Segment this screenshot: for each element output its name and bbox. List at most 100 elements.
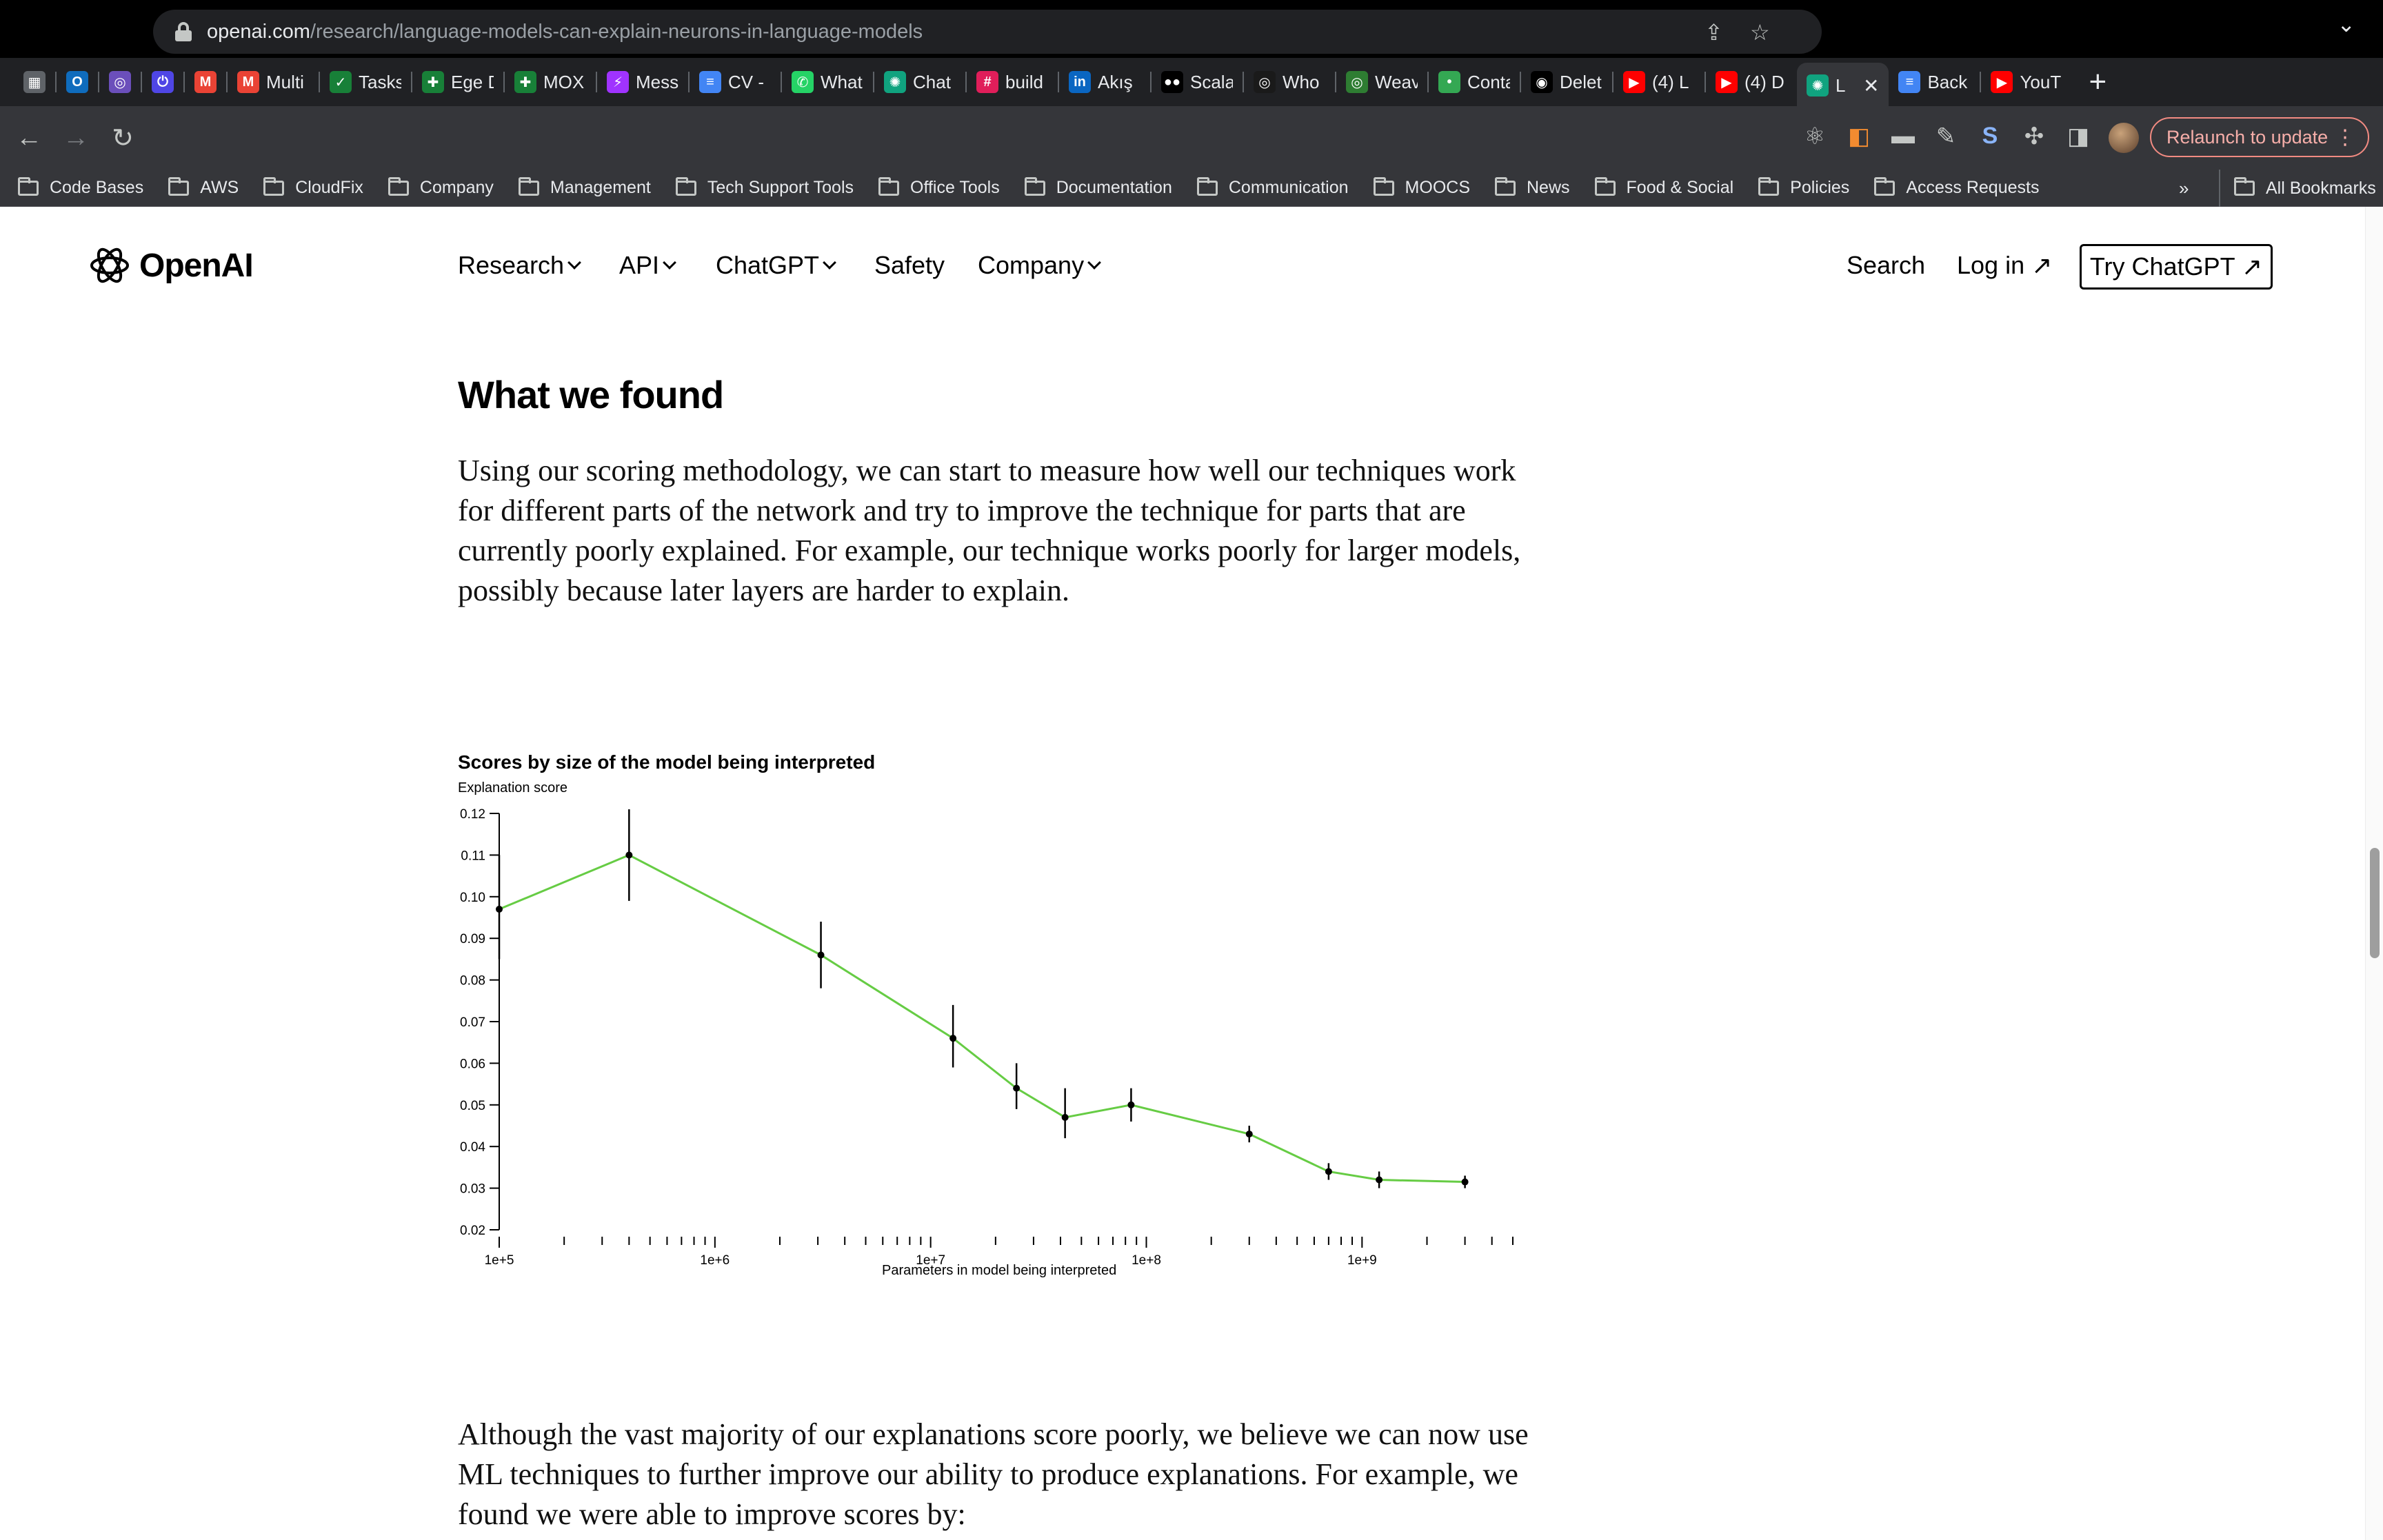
bookmark-folder[interactable]: AWS xyxy=(168,176,239,198)
back-arrow-icon[interactable]: ← xyxy=(6,123,52,153)
tab-search-chevron-icon[interactable]: ⌄ xyxy=(2337,11,2355,37)
page-scrollbar[interactable] xyxy=(2365,207,2383,1540)
bookmark-folder[interactable]: MOOCS xyxy=(1373,176,1470,198)
folder-icon xyxy=(1594,176,1616,196)
browser-tab[interactable]: O xyxy=(57,63,98,101)
nav-safety[interactable]: Safety xyxy=(874,251,945,280)
whatsapp-icon: ✆ xyxy=(792,71,814,93)
browser-tab[interactable]: # build xyxy=(967,63,1058,101)
bookmark-star-icon[interactable]: ☆ xyxy=(1750,19,1770,45)
bookmark-folder[interactable]: Management xyxy=(518,176,651,198)
address-bar[interactable]: openai.com/research/language-models-can-… xyxy=(153,10,1822,54)
profile-avatar[interactable] xyxy=(2109,123,2139,153)
relaunch-label: Relaunch to update xyxy=(2166,126,2329,148)
nav-api[interactable]: API xyxy=(619,251,676,280)
browser-tab[interactable]: ≡ CV - xyxy=(690,63,781,101)
browser-tab[interactable]: ✺ Chat xyxy=(874,63,965,101)
browser-tab[interactable]: ✺ L ✕ xyxy=(1797,63,1889,108)
folder-icon xyxy=(1495,176,1516,196)
bookmark-folder[interactable]: News xyxy=(1495,176,1570,198)
nav-research[interactable]: Research xyxy=(458,251,581,280)
browser-tab[interactable]: ✚ Ege D xyxy=(412,63,503,101)
data-point xyxy=(1245,1131,1253,1138)
browser-tab[interactable]: ◉ Delet xyxy=(1521,63,1612,101)
relaunch-button[interactable]: Relaunch to update ⋮ xyxy=(2150,117,2369,157)
extension-icon[interactable]: ▬ xyxy=(1889,123,1917,150)
bookmark-label: CloudFix xyxy=(295,178,363,197)
new-tab-icon[interactable]: + xyxy=(2089,65,2107,99)
bookmark-folder[interactable]: Tech Support Tools xyxy=(675,176,854,198)
x-tick-label: 1e+6 xyxy=(700,1253,730,1268)
bookmark-folder[interactable]: Code Bases xyxy=(18,176,143,198)
browser-tab[interactable]: ✆ What xyxy=(782,63,873,101)
browser-tab[interactable]: ≡ Back xyxy=(1889,63,1980,101)
login-link[interactable]: Log in ↗ xyxy=(1957,251,2052,280)
share-icon[interactable]: ⇪ xyxy=(1705,19,1723,45)
browser-tab[interactable]: in Akış xyxy=(1059,63,1150,101)
bookmark-folder[interactable]: CloudFix xyxy=(263,176,363,198)
folder-icon xyxy=(1758,176,1780,196)
openai-logo[interactable]: OpenAI xyxy=(87,243,254,288)
x-tick-label: 1e+9 xyxy=(1347,1253,1377,1268)
y-tick-label: 0.11 xyxy=(461,849,485,863)
bookmark-folder[interactable]: Policies xyxy=(1758,176,1849,198)
chart: Scores by size of the model being interp… xyxy=(458,751,1534,1289)
tab-title: Multi xyxy=(266,71,304,92)
x-tick-label: 1e+8 xyxy=(1132,1253,1161,1268)
forward-arrow-icon[interactable]: → xyxy=(52,123,99,153)
scrollbar-thumb[interactable] xyxy=(2370,848,2380,958)
chevron-down-icon xyxy=(567,256,581,270)
chevron-down-icon xyxy=(663,256,676,270)
site-header: OpenAI Research API ChatGPT Safety Compa… xyxy=(0,207,2383,324)
browser-tab[interactable]: ✓ Tasks xyxy=(320,63,411,101)
tab-title: (4) D xyxy=(1744,71,1784,92)
browser-tab[interactable]: ▶ (4) L xyxy=(1613,63,1705,101)
bookmark-folder[interactable]: Food & Social xyxy=(1594,176,1733,198)
browser-tab[interactable]: ▦ xyxy=(14,63,55,101)
browser-tab[interactable]: ▶ YouT xyxy=(1981,63,2072,101)
browser-tab[interactable]: M Multi xyxy=(228,63,319,101)
search-link[interactable]: Search xyxy=(1847,251,1925,280)
folder-icon xyxy=(168,176,190,196)
nav-chatgpt[interactable]: ChatGPT xyxy=(716,251,836,280)
all-bookmarks-folder[interactable]: All Bookmarks xyxy=(2219,170,2376,207)
power-icon: ⏻ xyxy=(152,71,174,93)
gmail-icon: M xyxy=(237,71,259,93)
bookmarks-overflow-icon[interactable]: » xyxy=(2179,170,2189,207)
s-extension-icon[interactable]: S xyxy=(1976,123,2004,150)
bookmark-folder[interactable]: Office Tools xyxy=(878,176,1000,198)
eyedropper-icon[interactable]: ✎ xyxy=(1932,123,1960,150)
close-tab-icon[interactable]: ✕ xyxy=(1863,74,1879,97)
nav-chatgpt-label: ChatGPT xyxy=(716,251,820,279)
lock-icon[interactable] xyxy=(175,22,192,41)
folder-icon xyxy=(2234,177,2255,196)
nav-company[interactable]: Company xyxy=(978,251,1101,280)
bookmark-folder[interactable]: Access Requests xyxy=(1874,176,2039,198)
bookmark-folder[interactable]: Documentation xyxy=(1024,176,1172,198)
menu-dots-icon[interactable]: ⋮ xyxy=(2335,125,2355,150)
openai-logo-icon xyxy=(90,247,129,283)
browser-tab[interactable]: ◎ Who xyxy=(1244,63,1335,101)
x-tick-label: 1e+5 xyxy=(485,1253,514,1268)
browser-tab[interactable]: ✚ MOX xyxy=(505,63,596,101)
puzzle-extensions-icon[interactable]: ✣ xyxy=(2020,123,2048,150)
side-panel-icon[interactable]: ◨ xyxy=(2064,123,2092,150)
reload-icon[interactable]: ↻ xyxy=(99,123,146,154)
folder-icon xyxy=(1024,176,1045,196)
browser-tab[interactable]: M xyxy=(185,63,226,101)
data-point xyxy=(625,851,633,859)
browser-tab[interactable]: • Conta xyxy=(1429,63,1520,101)
try-chatgpt-button[interactable]: Try ChatGPT ↗ xyxy=(2080,244,2273,290)
bookmark-folder[interactable]: Communication xyxy=(1196,176,1349,198)
react-devtools-icon[interactable]: ⚛ xyxy=(1801,123,1829,150)
extension-icon[interactable]: ◧ xyxy=(1845,123,1873,150)
browser-tab[interactable]: ◎ Weav xyxy=(1336,63,1427,101)
browser-tab[interactable]: ⚡ Mess xyxy=(597,63,688,101)
browser-tab[interactable]: ●● Scala xyxy=(1152,63,1243,101)
y-tick-label: 0.03 xyxy=(460,1182,485,1197)
browser-tab[interactable]: ◎ xyxy=(99,63,141,101)
tab-title: Who xyxy=(1283,71,1320,92)
browser-tab[interactable]: ▶ (4) D xyxy=(1706,63,1797,101)
browser-tab[interactable]: ⏻ xyxy=(142,63,183,101)
bookmark-folder[interactable]: Company xyxy=(388,176,494,198)
